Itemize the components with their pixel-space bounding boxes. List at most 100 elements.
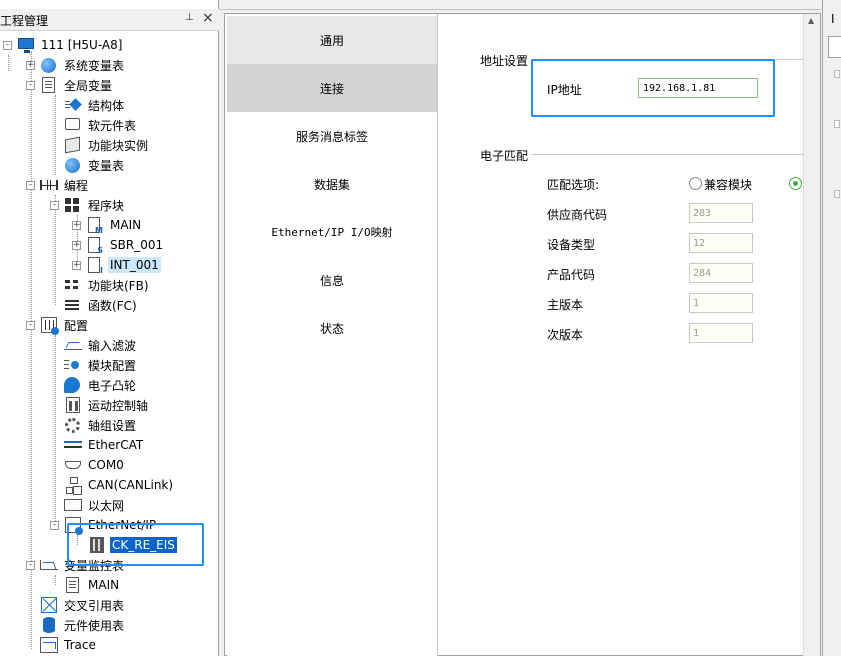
tree-item-program-blocks[interactable]: - 程序块 [50, 195, 126, 215]
tree-item-can[interactable]: CAN(CANLink) [64, 475, 175, 495]
scroll-up-icon[interactable]: ▲ [808, 16, 814, 25]
config-icon [40, 317, 59, 335]
tree-item-label: CK_RE_EIS [110, 537, 177, 553]
match-option-label: 匹配选项: [547, 178, 600, 192]
nav-datasets[interactable]: 数据集 [227, 160, 437, 208]
expand-icon[interactable]: + [26, 60, 35, 70]
collapse-icon[interactable]: - [26, 80, 35, 90]
tree-item-label: 111 [H5U-A8] [41, 38, 123, 52]
vertical-scrollbar[interactable]: ▲ [803, 14, 820, 656]
tree-item-device-table[interactable]: 软元件表 [64, 115, 138, 135]
collapse-icon[interactable]: - [3, 40, 12, 50]
monitor-icon [17, 37, 35, 53]
radio-exact-match[interactable] [789, 177, 802, 190]
right-pane-title: I [831, 12, 835, 26]
tree-item-element-usage[interactable]: 元件使用表 [40, 615, 126, 635]
collapse-icon[interactable]: - [26, 560, 35, 570]
function-block-icon [64, 277, 82, 293]
nav-status[interactable]: 状态 [227, 304, 437, 352]
tree-item-ethercat[interactable]: EtherCAT [64, 435, 145, 455]
device-icon [88, 537, 106, 553]
tree-item-input-filter[interactable]: 输入滤波 [64, 335, 138, 355]
pin-icon[interactable]: ⊥ [185, 12, 194, 23]
collapse-icon[interactable]: - [26, 320, 35, 330]
expand-icon[interactable]: + [72, 240, 81, 250]
tree-item-monitor-main[interactable]: MAIN [64, 575, 121, 595]
tree-item-axis-group[interactable]: 轴组设置 [64, 415, 138, 435]
tree-item-function-blocks[interactable]: 功能块(FB) [64, 275, 151, 295]
ip-address-label: IP地址 [547, 83, 582, 97]
tree-item-label: 功能块实例 [88, 138, 149, 153]
tree-item-variable-monitor[interactable]: - 变量监控表 [26, 555, 126, 575]
project-tree: - 111 [H5U-A8] + 系统变量表 - 全局变量 结构体 软元件表 功… [0, 35, 219, 656]
nav-info[interactable]: 信息 [227, 256, 437, 304]
tree-item-label: 系统变量表 [64, 58, 125, 73]
tree-item-label: 功能块(FB) [88, 278, 149, 293]
tree-item-com0[interactable]: COM0 [64, 455, 126, 475]
nav-service-message-tags[interactable]: 服务消息标签 [227, 112, 437, 160]
collapse-icon[interactable]: - [50, 200, 59, 210]
tree-item-configuration[interactable]: - 配置 [26, 315, 90, 335]
tree-item-global-variables[interactable]: - 全局变量 [26, 75, 114, 95]
right-pane-field[interactable] [828, 36, 841, 58]
collapse-icon[interactable]: - [50, 520, 59, 530]
struct-icon [64, 97, 82, 113]
tree-item-label: 模块配置 [88, 358, 137, 373]
tree-item-label: 轴组设置 [88, 418, 137, 433]
tree-item-label: 运动控制轴 [88, 398, 149, 413]
tree-item-label: 以太网 [88, 498, 125, 513]
ladder-icon [40, 177, 58, 193]
vendor-code-field[interactable] [689, 203, 753, 223]
trace-icon [40, 637, 58, 653]
expand-icon[interactable]: + [72, 220, 81, 230]
tree-item-cross-reference[interactable]: 交叉引用表 [40, 595, 126, 615]
ip-address-input[interactable] [638, 78, 758, 98]
tree-item-label: EtherNet/IP [88, 518, 157, 532]
document-icon [64, 577, 82, 593]
monitor-chart-icon [40, 557, 58, 573]
tree-item-system-variables[interactable]: + 系统变量表 [26, 55, 126, 75]
nav-connection[interactable]: 连接 [227, 64, 437, 112]
tree-item-sbr001[interactable]: + SBR_001 [72, 235, 165, 255]
tree-item-struct[interactable]: 结构体 [64, 95, 126, 115]
tree-item-label: 输入滤波 [88, 338, 137, 353]
tree-item-project[interactable]: - 111 [H5U-A8] [3, 35, 124, 55]
tree-item-label: 函数(FC) [88, 298, 137, 313]
editor-tab-strip [220, 0, 821, 10]
globe-icon [64, 157, 82, 173]
minor-version-field[interactable] [689, 323, 753, 343]
tree-item-ethernet-ip[interactable]: - EtherNet/IP [50, 515, 158, 535]
wave-icon [64, 337, 82, 353]
collapse-icon[interactable]: - [26, 180, 35, 190]
tree-item-variable-table[interactable]: 变量表 [64, 155, 126, 175]
app-window: 工程管理 ⊥ × - 111 [H5U-A8] + 系统变量表 - 全局变量 结… [0, 0, 841, 656]
tree-item-label: 程序块 [88, 198, 125, 213]
major-version-field[interactable] [689, 293, 753, 313]
ethernet-ip-icon [64, 517, 83, 535]
radio-compatible-module[interactable] [689, 177, 702, 190]
nav-general[interactable]: 通用 [227, 16, 437, 64]
tree-item-label: COM0 [88, 458, 124, 472]
expand-icon[interactable]: + [72, 260, 81, 270]
gear-icon [64, 417, 82, 433]
config-nav: 通用 连接 服务消息标签 数据集 Ethernet/IP I/O映射 信息 状态 [227, 16, 437, 656]
tree-item-label: 软元件表 [88, 118, 137, 133]
nav-io-mapping[interactable]: Ethernet/IP I/O映射 [227, 208, 437, 256]
close-icon[interactable]: × [202, 10, 214, 26]
tree-item-fb-instances[interactable]: 功能块实例 [64, 135, 150, 155]
tree-item-label: 电子凸轮 [88, 378, 137, 393]
tree-item-programming[interactable]: - 编程 [26, 175, 90, 195]
tree-item-main-program[interactable]: + MAIN [72, 215, 143, 235]
document-icon [40, 77, 58, 93]
tree-item-trace[interactable]: Trace [40, 635, 98, 655]
tree-item-ck-re-eis[interactable]: CK_RE_EIS [88, 535, 177, 555]
minor-version-label: 次版本 [547, 328, 584, 342]
product-code-field[interactable] [689, 263, 753, 283]
tree-item-motion-axis[interactable]: 运动控制轴 [64, 395, 150, 415]
tree-item-functions[interactable]: 函数(FC) [64, 295, 139, 315]
tree-item-ethernet[interactable]: 以太网 [64, 495, 126, 515]
tree-item-int001[interactable]: + INT_001 [72, 255, 161, 275]
tree-item-module-config[interactable]: 模块配置 [64, 355, 138, 375]
tree-item-electronic-cam[interactable]: 电子凸轮 [64, 375, 138, 395]
device-type-field[interactable] [689, 233, 753, 253]
